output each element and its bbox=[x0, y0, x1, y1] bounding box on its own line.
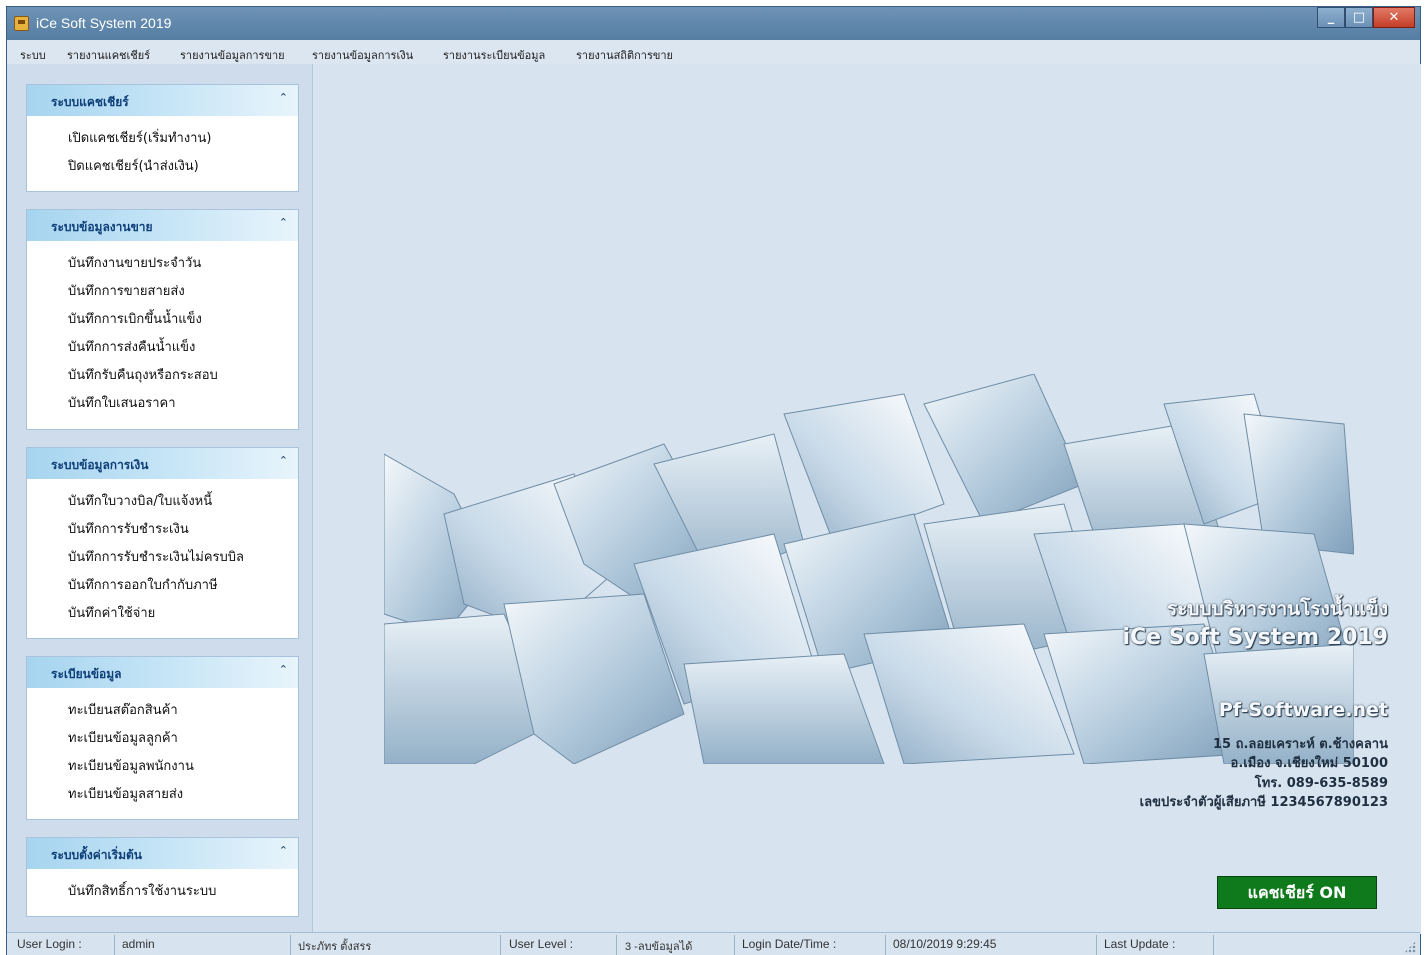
section-finance: ระบบข้อมูลการเงิน ⌃ บันทึกใบวางบิล/ใบแจ้… bbox=[26, 447, 299, 639]
sidebar-item-daily-sales[interactable]: บันทึกงานขายประจำวัน bbox=[27, 250, 298, 278]
company-tax-id: เลขประจำตัวผู้เสียภาษี 1234567890123 bbox=[1139, 795, 1388, 810]
section-title: ระบบข้อมูลการเงิน bbox=[51, 458, 149, 472]
sidebar-item-stock[interactable]: ทะเบียนสต๊อกสินค้า bbox=[27, 697, 298, 725]
minimize-button[interactable]: _ bbox=[1317, 7, 1345, 28]
sidebar-item-route-sales[interactable]: บันทึกการขายสายส่ง bbox=[27, 278, 298, 306]
sidebar-item-tax-invoice[interactable]: บันทึกการออกใบกำกับภาษี bbox=[27, 572, 298, 600]
status-user-login: admin bbox=[122, 937, 155, 951]
sidebar: ระบบแคชเชียร์ ⌃ เปิดแคชเชียร์(เริ่มทำงาน… bbox=[7, 64, 313, 934]
status-last-update-label: Last Update : bbox=[1104, 937, 1176, 951]
status-separator bbox=[885, 935, 886, 955]
section-title: ระบบแคชเชียร์ bbox=[51, 95, 129, 109]
section-settings: ระบบตั้งค่าเริ่มต้น ⌃ บันทึกสิทธิ์การใช้… bbox=[26, 837, 299, 917]
menu-finance-report[interactable]: รายงานข้อมูลการเงิน bbox=[312, 46, 413, 64]
status-user-name: ประภัทร ตั้งสรร bbox=[298, 941, 372, 953]
menu-bar: ระบบ รายงานแคชเชียร์ รายงานข้อมูลการขาย … bbox=[7, 40, 1420, 64]
status-separator bbox=[734, 935, 735, 955]
company-address-line2: อ.เมือง จ.เชียงใหม่ 50100 bbox=[1230, 756, 1388, 771]
section-title: ระบบข้อมูลงานขาย bbox=[51, 220, 153, 234]
close-button[interactable]: ✕ bbox=[1373, 7, 1415, 28]
chevron-up-icon[interactable]: ⌃ bbox=[279, 217, 288, 228]
status-user-login-label: User Login : bbox=[17, 937, 82, 951]
menu-statistics-report[interactable]: รายงานสถิติการขาย bbox=[576, 46, 673, 64]
company-product-name: iCe Soft System 2019 bbox=[1122, 625, 1388, 650]
sidebar-item-expenses[interactable]: บันทึกค่าใช้จ่าย bbox=[27, 600, 298, 628]
status-login-datetime-label: Login Date/Time : bbox=[742, 937, 837, 951]
section-header[interactable]: ระบบข้อมูลงานขาย ⌃ bbox=[27, 210, 298, 241]
sidebar-item-billing[interactable]: บันทึกใบวางบิล/ใบแจ้งหนี้ bbox=[27, 488, 298, 516]
main-panel: ระบบบริหารงานโรงน้ำแข็ง iCe Soft System … bbox=[314, 64, 1421, 934]
chevron-up-icon[interactable]: ⌃ bbox=[279, 664, 288, 675]
status-separator bbox=[500, 935, 501, 955]
status-user-level: 3 -ลบข้อมูลได้ bbox=[625, 941, 693, 953]
sidebar-item-close-cashier[interactable]: ปิดแคชเชียร์(นำส่งเงิน) bbox=[27, 153, 298, 181]
cashier-status-button[interactable]: แคชเชียร์ ON bbox=[1217, 876, 1377, 909]
sidebar-item-ice-withdrawal[interactable]: บันทึกการเบิกขึ้นน้ำแข็ง bbox=[27, 306, 298, 334]
section-sales: ระบบข้อมูลงานขาย ⌃ บันทึกงานขายประจำวัน … bbox=[26, 209, 299, 430]
status-separator bbox=[616, 935, 617, 955]
maximize-button[interactable]: □ bbox=[1345, 7, 1373, 28]
window-controls: _ □ ✕ bbox=[1317, 7, 1415, 28]
sidebar-item-payment[interactable]: บันทึกการรับชำระเงิน bbox=[27, 516, 298, 544]
section-title: ระบบตั้งค่าเริ่มต้น bbox=[51, 848, 142, 862]
menu-registry-report[interactable]: รายงานระเบียนข้อมูล bbox=[443, 46, 545, 64]
status-separator bbox=[290, 935, 291, 955]
resize-grip-icon[interactable] bbox=[1404, 941, 1416, 953]
section-header[interactable]: ระบบแคชเชียร์ ⌃ bbox=[27, 85, 298, 116]
sidebar-item-customers[interactable]: ทะเบียนข้อมูลลูกค้า bbox=[27, 725, 298, 753]
chevron-up-icon[interactable]: ⌃ bbox=[279, 845, 288, 856]
app-icon bbox=[14, 16, 29, 31]
section-header[interactable]: ระบบข้อมูลการเงิน ⌃ bbox=[27, 448, 298, 479]
sidebar-item-permissions[interactable]: บันทึกสิทธิ์การใช้งานระบบ bbox=[27, 878, 298, 906]
sidebar-item-open-cashier[interactable]: เปิดแคชเชียร์(เริ่มทำงาน) bbox=[27, 125, 298, 153]
menu-system[interactable]: ระบบ bbox=[20, 46, 46, 64]
status-bar: User Login : admin ประภัทร ตั้งสรร User … bbox=[7, 932, 1420, 955]
company-website: Pf-Software.net bbox=[1218, 699, 1388, 721]
menu-sales-report[interactable]: รายงานข้อมูลการขาย bbox=[180, 46, 285, 64]
company-phone: โทร. 089-635-8589 bbox=[1254, 776, 1388, 791]
sidebar-item-partial-payment[interactable]: บันทึกการรับชำระเงินไม่ครบบิล bbox=[27, 544, 298, 572]
sidebar-item-bag-return[interactable]: บันทึกรับคืนถุงหรือกระสอบ bbox=[27, 362, 298, 390]
menu-cashier-report[interactable]: รายงานแคชเชียร์ bbox=[67, 46, 150, 64]
section-header[interactable]: ระบบตั้งค่าเริ่มต้น ⌃ bbox=[27, 838, 298, 869]
status-separator bbox=[114, 935, 115, 955]
section-title: ระเบียนข้อมูล bbox=[51, 667, 122, 681]
status-login-datetime: 08/10/2019 9:29:45 bbox=[893, 937, 997, 951]
title-bar[interactable]: iCe Soft System 2019 _ □ ✕ bbox=[7, 7, 1420, 40]
sidebar-item-routes[interactable]: ทะเบียนข้อมูลสายส่ง bbox=[27, 781, 298, 809]
company-system-name: ระบบบริหารงานโรงน้ำแข็ง bbox=[1167, 598, 1388, 620]
app-window: iCe Soft System 2019 _ □ ✕ ระบบ รายงานแค… bbox=[6, 6, 1421, 955]
window-title: iCe Soft System 2019 bbox=[36, 15, 172, 31]
status-separator bbox=[1213, 935, 1214, 955]
status-separator bbox=[1096, 935, 1097, 955]
sidebar-item-employees[interactable]: ทะเบียนข้อมูลพนักงาน bbox=[27, 753, 298, 781]
section-cashier: ระบบแคชเชียร์ ⌃ เปิดแคชเชียร์(เริ่มทำงาน… bbox=[26, 84, 299, 192]
sidebar-item-quotation[interactable]: บันทึกใบเสนอราคา bbox=[27, 390, 298, 418]
company-address-line1: 15 ถ.ลอยเคราะห์ ต.ช้างคลาน bbox=[1212, 737, 1388, 752]
ice-cubes-image bbox=[384, 374, 1354, 764]
sidebar-item-ice-return[interactable]: บันทึกการส่งคืนน้ำแข็ง bbox=[27, 334, 298, 362]
section-registry: ระเบียนข้อมูล ⌃ ทะเบียนสต๊อกสินค้า ทะเบี… bbox=[26, 656, 299, 820]
status-user-level-label: User Level : bbox=[509, 937, 574, 951]
section-header[interactable]: ระเบียนข้อมูล ⌃ bbox=[27, 657, 298, 688]
chevron-up-icon[interactable]: ⌃ bbox=[279, 455, 288, 466]
chevron-up-icon[interactable]: ⌃ bbox=[279, 92, 288, 103]
